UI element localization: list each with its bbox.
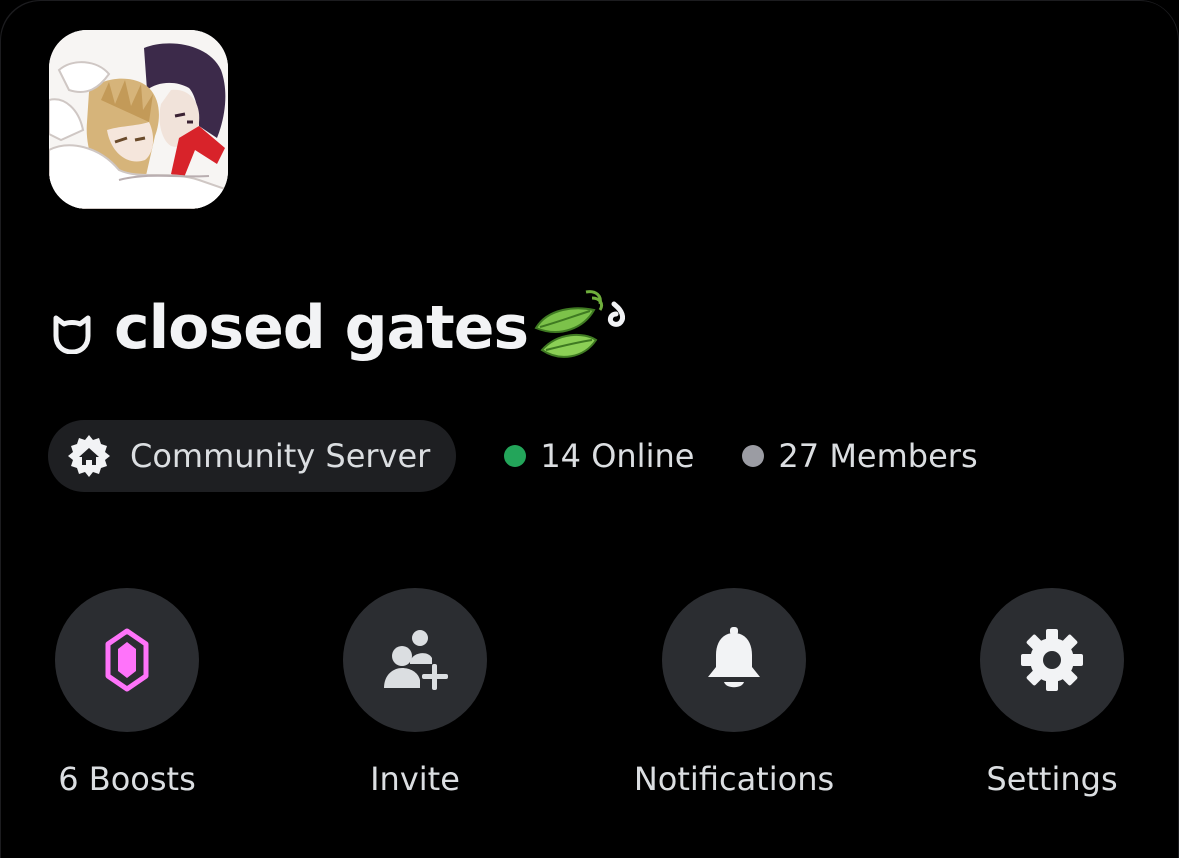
- notifications-button[interactable]: [662, 588, 806, 732]
- invite-button[interactable]: [343, 588, 487, 732]
- server-title: closed gates: [50, 283, 632, 373]
- server-avatar[interactable]: [49, 30, 228, 209]
- server-profile-sheet: closed gates Community Server 14 Online …: [0, 0, 1179, 858]
- notifications-label: Notifications: [633, 760, 835, 798]
- community-server-badge[interactable]: Community Server: [48, 420, 457, 492]
- member-count: 27 Members: [742, 437, 978, 475]
- community-server-label: Community Server: [130, 437, 431, 475]
- server-info-row: Community Server 14 Online 27 Members: [48, 420, 978, 492]
- settings-button[interactable]: [980, 588, 1124, 732]
- server-name: closed gates: [114, 293, 529, 363]
- online-count: 14 Online: [504, 437, 694, 475]
- invite-people-icon: [384, 630, 448, 690]
- cat-head-outline-icon: [53, 315, 91, 354]
- member-status-dot: [742, 445, 765, 467]
- invite-label: Invite: [370, 760, 460, 798]
- gear-icon: [1021, 629, 1083, 691]
- community-home-badge-icon: [68, 435, 110, 477]
- online-count-label: 14 Online: [540, 437, 695, 475]
- bell-icon: [708, 627, 760, 688]
- server-avatar-art: [49, 30, 228, 209]
- boosts-action[interactable]: 6 Boosts: [0, 588, 277, 798]
- leaf-emoji-icon: [534, 290, 626, 358]
- online-status-dot: [504, 445, 527, 467]
- settings-action[interactable]: Settings: [902, 588, 1179, 798]
- settings-label: Settings: [986, 760, 1118, 798]
- boost-gem-icon: [105, 628, 149, 692]
- invite-action[interactable]: Invite: [265, 588, 565, 798]
- member-count-label: 27 Members: [778, 437, 978, 475]
- boosts-label: 6 Boosts: [58, 760, 196, 798]
- boosts-button[interactable]: [55, 588, 199, 732]
- notifications-action[interactable]: Notifications: [584, 588, 884, 798]
